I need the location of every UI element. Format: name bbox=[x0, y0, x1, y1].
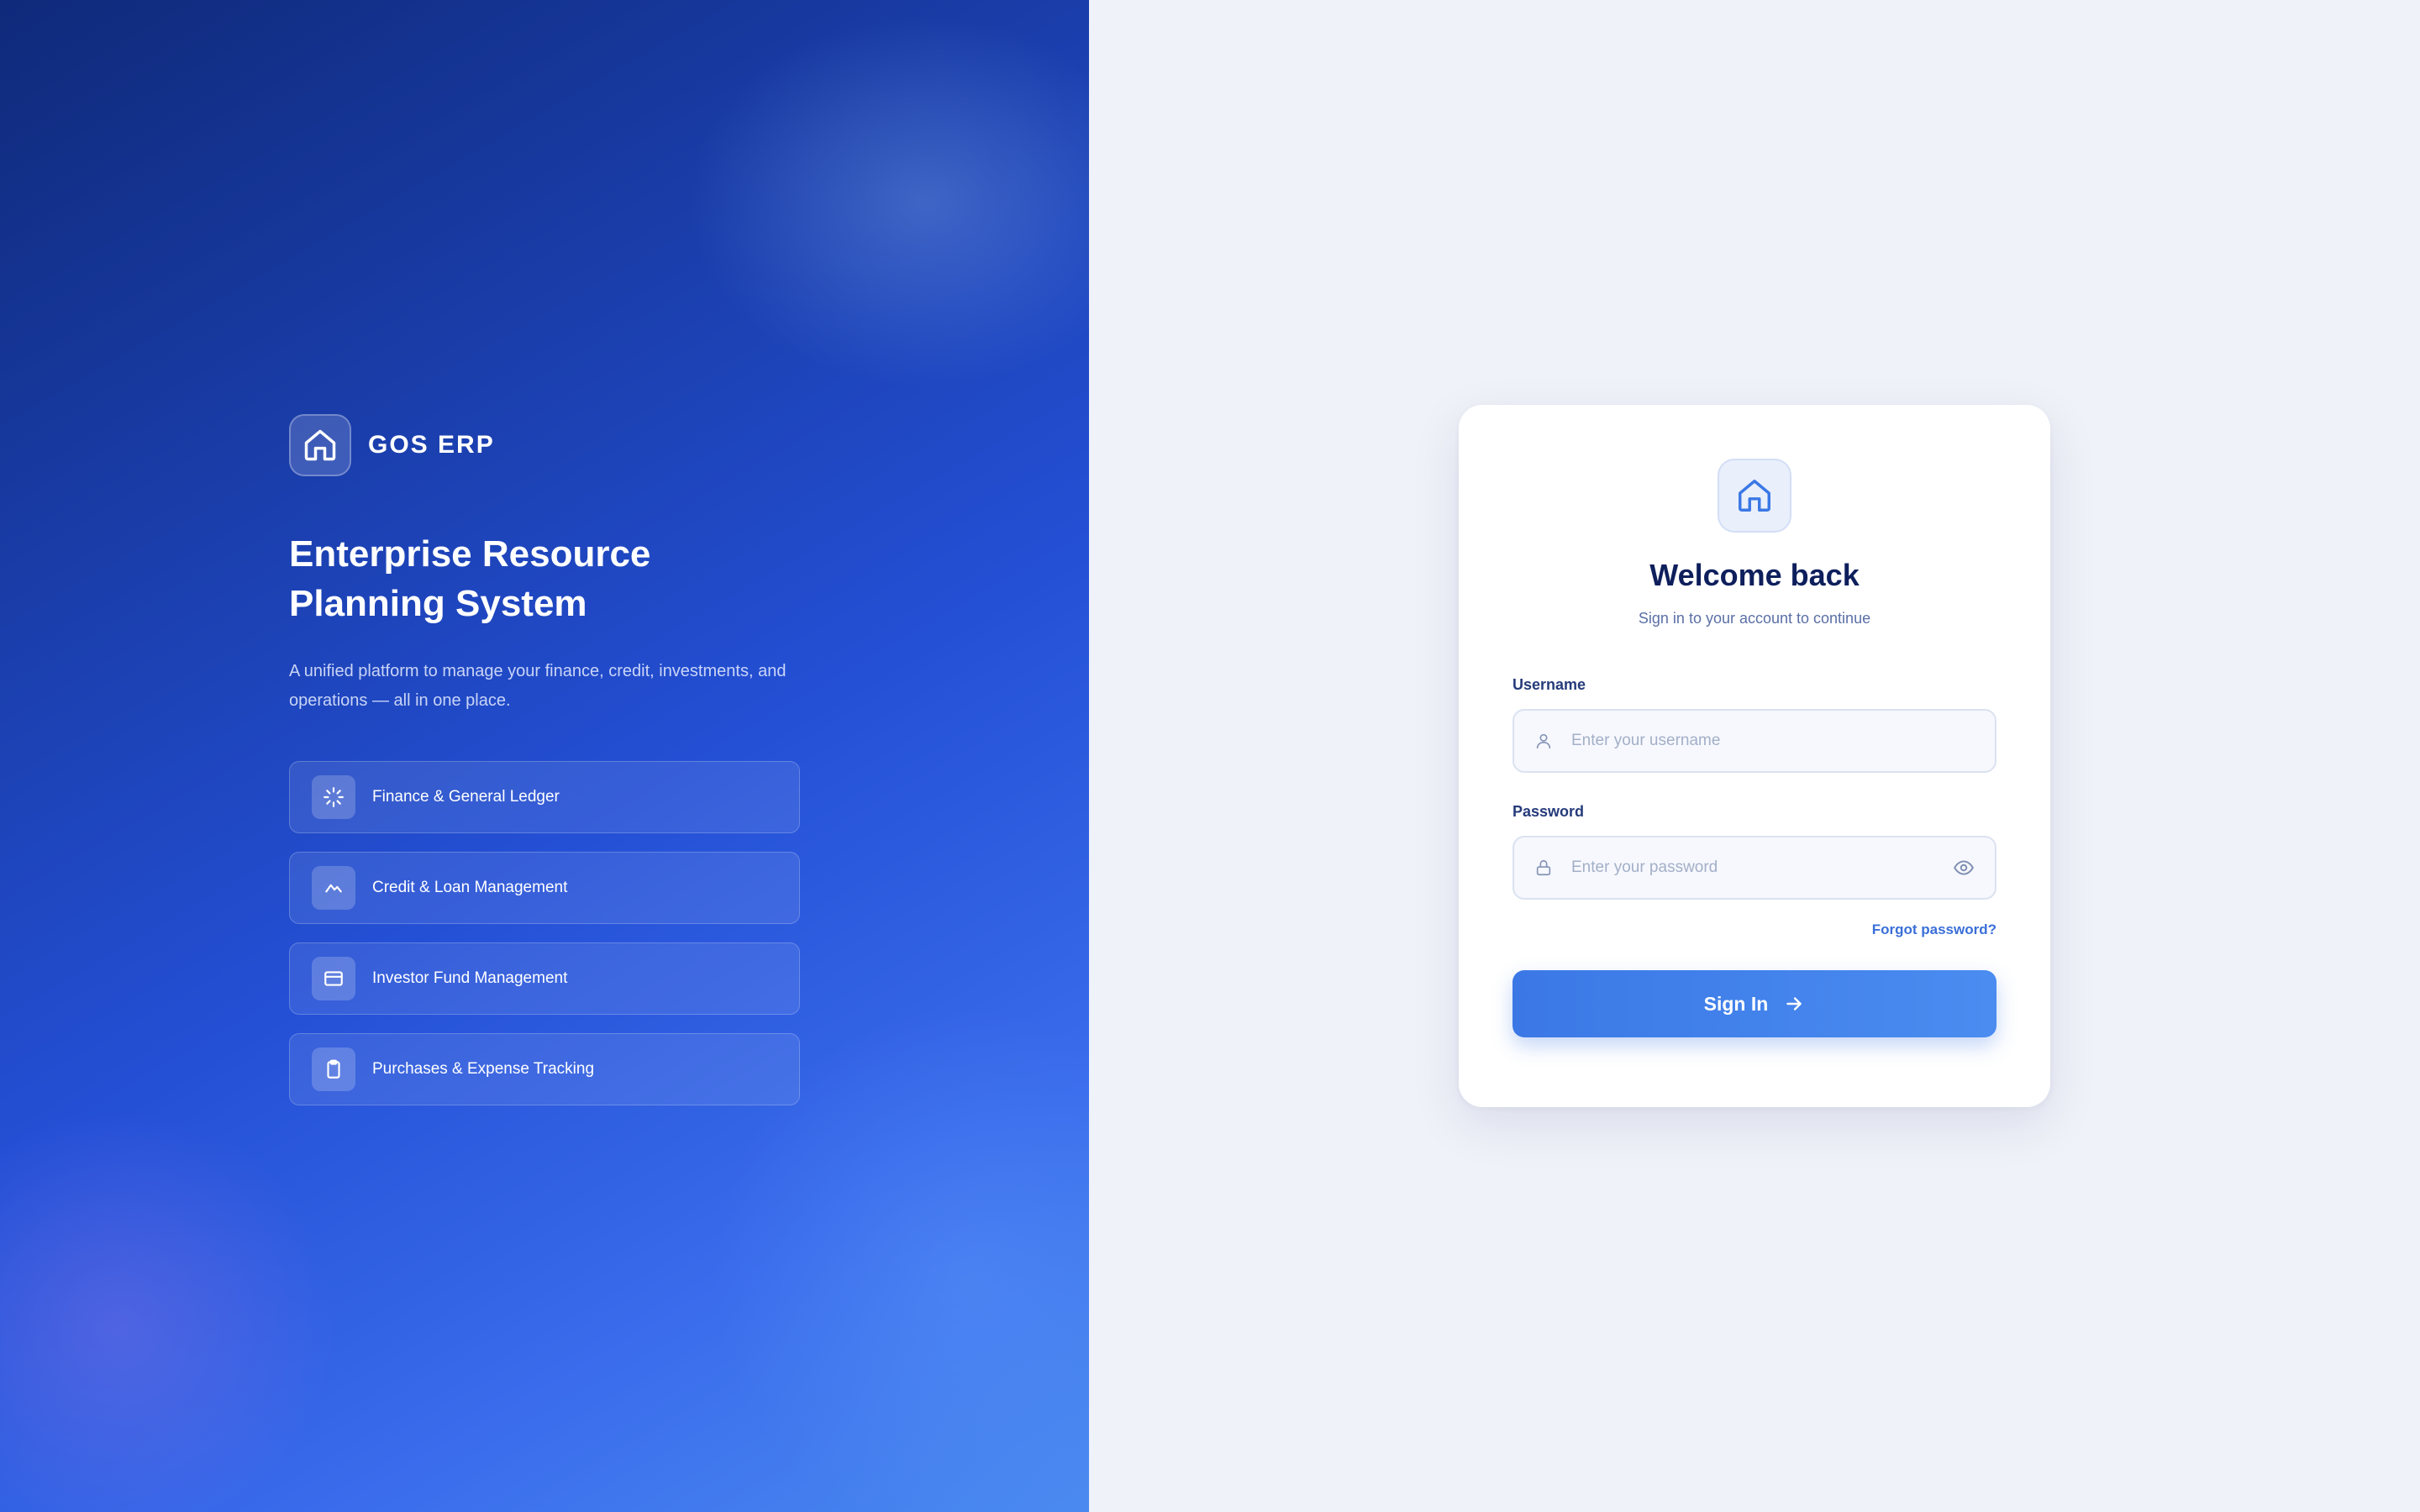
feature-item-investor: Investor Fund Management bbox=[289, 942, 800, 1015]
hero-glow-top bbox=[689, 17, 1089, 386]
home-icon bbox=[289, 414, 351, 476]
hero-title: Enterprise Resource Planning System bbox=[289, 529, 726, 628]
feature-item-purchases: Purchases & Expense Tracking bbox=[289, 1033, 800, 1105]
hero-title-line2: Planning System bbox=[289, 583, 587, 624]
lock-icon bbox=[1533, 857, 1555, 879]
credit-card-icon bbox=[312, 957, 355, 1000]
brand-name: GOS ERP bbox=[368, 431, 495, 459]
forgot-row: Forgot password? bbox=[1512, 921, 1996, 938]
loader-icon bbox=[312, 775, 355, 819]
feature-list: Finance & General Ledger Credit & Loan M… bbox=[289, 761, 810, 1105]
username-field[interactable] bbox=[1512, 709, 1996, 773]
login-title: Welcome back bbox=[1649, 558, 1860, 592]
login-page: GOS ERP Enterprise Resource Planning Sys… bbox=[0, 0, 2420, 1512]
password-field[interactable] bbox=[1512, 836, 1996, 900]
chart-line-icon bbox=[312, 866, 355, 910]
username-input[interactable] bbox=[1570, 723, 1976, 759]
sign-in-button[interactable]: Sign In bbox=[1512, 970, 1996, 1037]
feature-label: Purchases & Expense Tracking bbox=[372, 1060, 595, 1078]
feature-item-credit: Credit & Loan Management bbox=[289, 852, 800, 924]
clipboard-icon bbox=[312, 1047, 355, 1091]
password-label: Password bbox=[1512, 803, 1585, 820]
forgot-password-link[interactable]: Forgot password? bbox=[1872, 921, 1996, 937]
arrow-right-icon bbox=[1783, 993, 1805, 1015]
hero-glow-bottom-left bbox=[0, 1109, 336, 1512]
login-card: Welcome back Sign in to your account to … bbox=[1459, 405, 2050, 1107]
login-subtitle: Sign in to your account to continue bbox=[1638, 610, 1871, 627]
brand: GOS ERP bbox=[289, 413, 810, 477]
eye-icon[interactable] bbox=[1951, 855, 1976, 880]
login-panel: Welcome back Sign in to your account to … bbox=[1089, 0, 2420, 1512]
user-icon bbox=[1533, 730, 1555, 752]
feature-item-finance: Finance & General Ledger bbox=[289, 761, 800, 833]
home-icon bbox=[1718, 459, 1791, 533]
feature-label: Finance & General Ledger bbox=[372, 788, 560, 806]
password-input[interactable] bbox=[1570, 850, 1951, 885]
hero-description: A unified platform to manage your financ… bbox=[289, 662, 786, 710]
hero-title-line1: Enterprise Resource bbox=[289, 533, 651, 575]
sign-in-label: Sign In bbox=[1703, 992, 1769, 1015]
hero-panel: GOS ERP Enterprise Resource Planning Sys… bbox=[0, 0, 1089, 1512]
hero-content: GOS ERP Enterprise Resource Planning Sys… bbox=[289, 413, 810, 1105]
feature-label: Investor Fund Management bbox=[372, 969, 568, 987]
username-label: Username bbox=[1512, 676, 1586, 693]
feature-label: Credit & Loan Management bbox=[372, 879, 568, 896]
